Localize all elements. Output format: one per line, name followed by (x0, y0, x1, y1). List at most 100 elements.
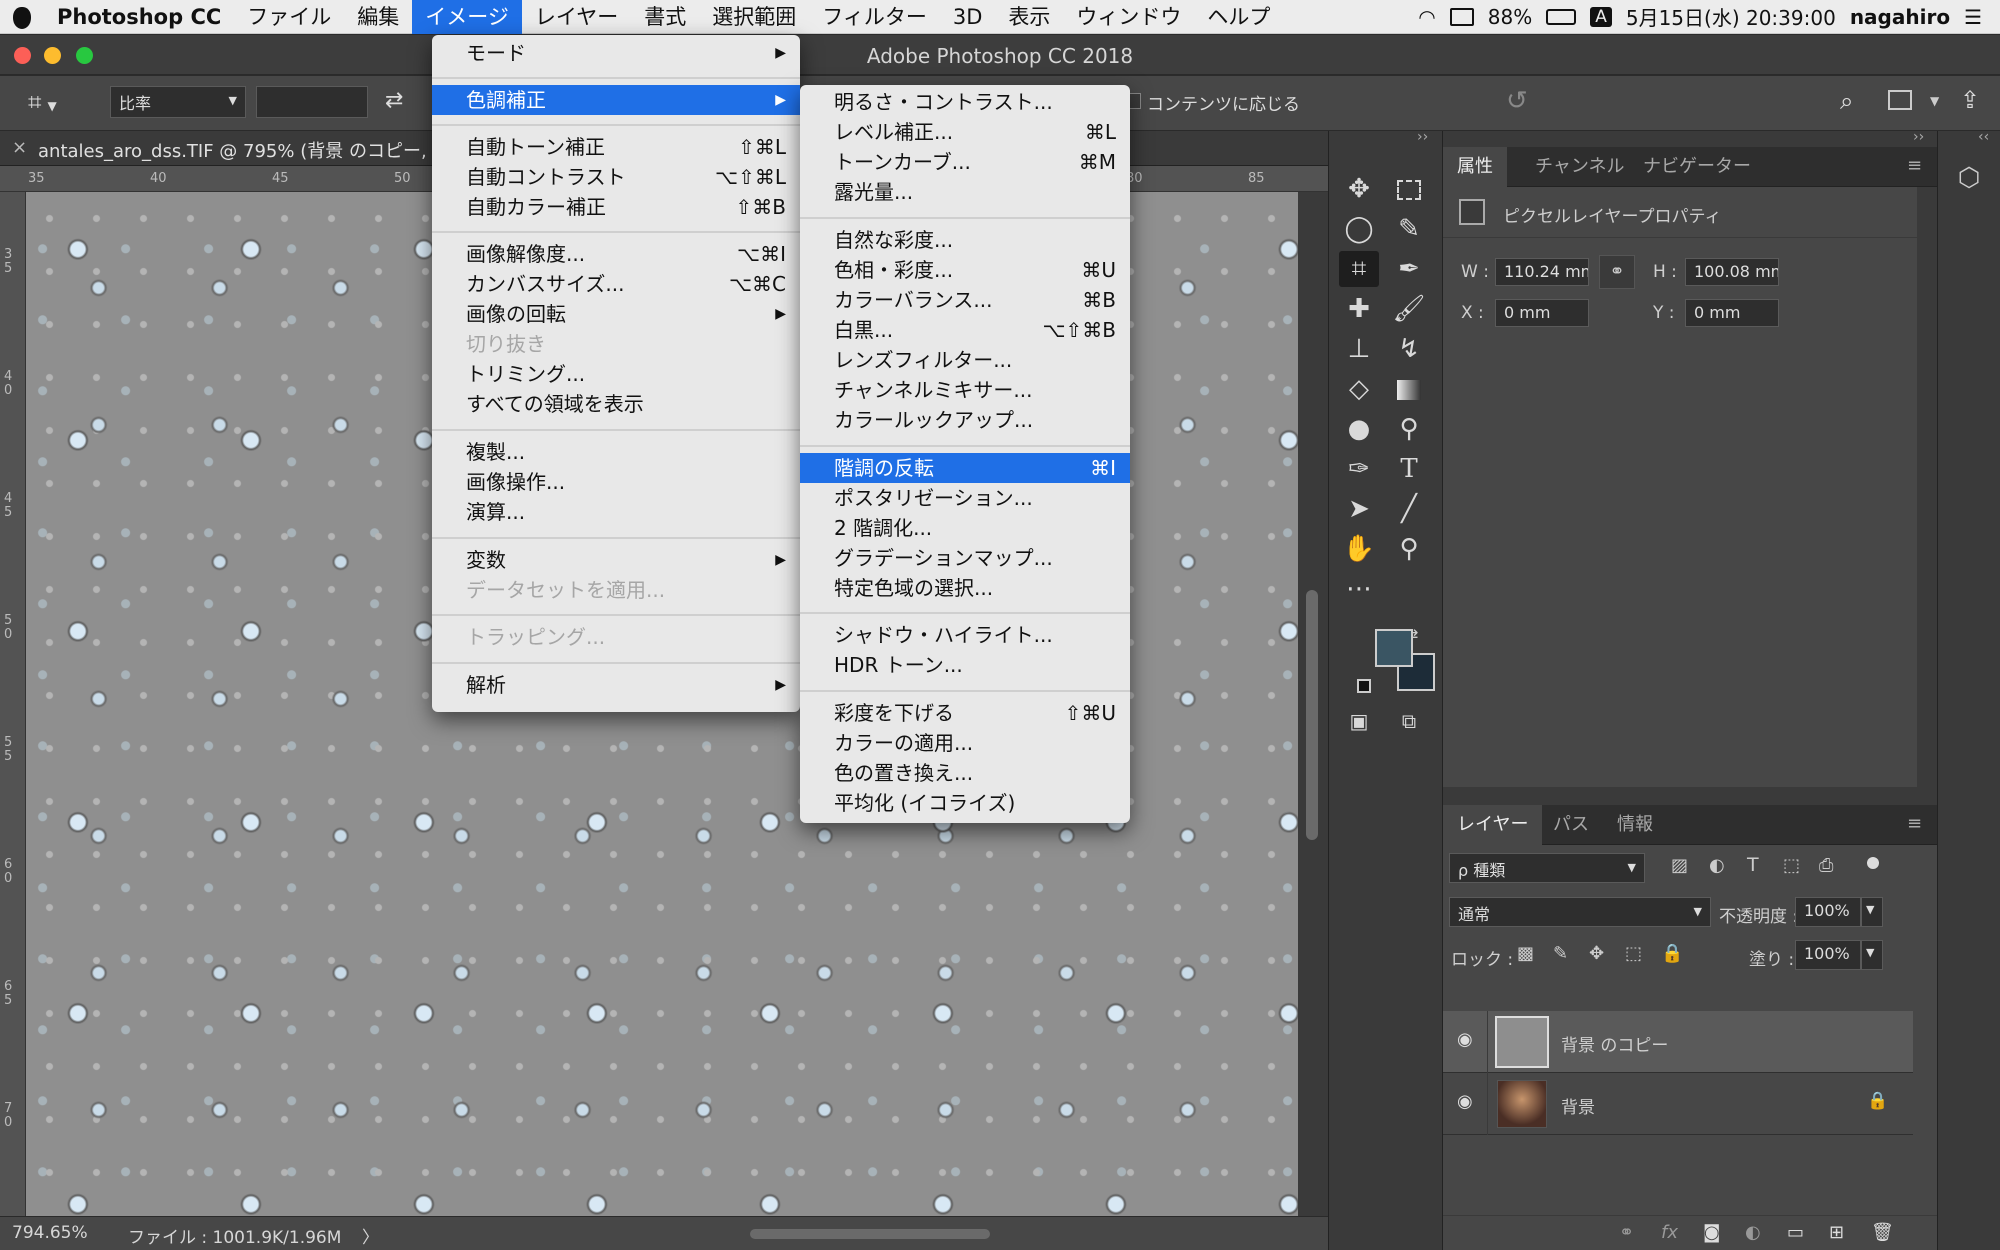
lock-transparent-icon[interactable]: ▩ (1517, 943, 1534, 964)
type-tool-icon[interactable]: T (1389, 451, 1429, 487)
menu-item-gradient-map[interactable]: グラデーションマップ... (800, 543, 1130, 573)
tab-navigator[interactable]: ナビゲーター (1629, 147, 1765, 187)
menu-item-hue-saturation[interactable]: 色相・彩度... ⌘U (800, 255, 1130, 285)
menu-item-mode[interactable]: モード ▶ (432, 38, 800, 68)
input-mode-indicator[interactable]: A (1590, 6, 1612, 27)
menu-item-duplicate[interactable]: 複製... (432, 437, 800, 467)
battery-icon[interactable] (1546, 8, 1577, 25)
path-select-tool-icon[interactable]: ➤ (1339, 491, 1379, 527)
user-name[interactable]: nagahiro (1850, 5, 1950, 29)
menu-image[interactable]: イメージ (412, 0, 522, 34)
share-icon[interactable]: ⇪ (1960, 86, 1980, 114)
filter-pixel-icon[interactable]: ▨ (1671, 855, 1688, 876)
hand-tool-icon[interactable]: ✋ (1339, 531, 1379, 567)
line-tool-icon[interactable]: ╱ (1389, 491, 1429, 527)
menu-item-exposure[interactable]: 露光量... (800, 177, 1130, 207)
layer-name[interactable]: 背景 (1561, 1093, 1595, 1118)
menu-view[interactable]: 表示 (995, 0, 1063, 34)
y-input[interactable]: 0 mm (1685, 299, 1779, 327)
scroll-thumb[interactable] (1306, 590, 1318, 840)
menu-item-brightness-contrast[interactable]: 明るさ・コントラスト... (800, 87, 1130, 117)
panel-menu-icon[interactable]: ≡ (1907, 155, 1922, 176)
apple-menu[interactable] (0, 0, 44, 34)
wifi-icon[interactable]: ◠ (1418, 5, 1435, 29)
more-tools-icon[interactable]: ⋯ (1339, 571, 1379, 607)
ratio-select[interactable]: 比率 ▼ (110, 86, 246, 118)
filter-shape-icon[interactable]: ⬚ (1783, 855, 1800, 876)
filter-type-icon[interactable]: T (1747, 854, 1759, 876)
menu-app[interactable]: Photoshop CC (44, 0, 234, 34)
width-input[interactable]: 110.24 mm (1495, 258, 1589, 286)
menu-item-canvas-size[interactable]: カンバスサイズ... ⌥⌘C (432, 269, 800, 299)
menu-item-match-color[interactable]: カラーの適用... (800, 728, 1130, 758)
tab-paths[interactable]: パス (1539, 805, 1603, 845)
layer-name[interactable]: 背景 のコピー (1561, 1031, 1668, 1056)
tab-info[interactable]: 情報 (1603, 805, 1667, 845)
menu-item-auto-tone[interactable]: 自動トーン補正 ⇧⌘L (432, 132, 800, 162)
screen-mode-icon[interactable]: ⧉ (1389, 703, 1429, 739)
menu-item-image-size[interactable]: 画像解像度... ⌥⌘I (432, 239, 800, 269)
zoom-level[interactable]: 794.65% (12, 1223, 88, 1243)
menu-item-reveal-all[interactable]: すべての領域を表示 (432, 389, 800, 419)
ruler-left[interactable]: 3 5 4 0 4 5 5 0 5 5 6 0 6 5 7 0 (0, 192, 26, 1216)
workspace-icon[interactable] (1888, 90, 1912, 110)
menu-item-calculations[interactable]: 演算... (432, 497, 800, 527)
fx-icon[interactable]: fx (1661, 1222, 1678, 1243)
properties-scrollbar[interactable] (1917, 187, 1937, 787)
menu-item-auto-contrast[interactable]: 自動コントラスト ⌥⇧⌘L (432, 162, 800, 192)
new-layer-icon[interactable]: ⊞ (1829, 1222, 1844, 1243)
brush-tool-icon[interactable]: 🖌 (1389, 291, 1429, 327)
layer-row[interactable]: ◉ 背景 のコピー (1443, 1011, 1913, 1073)
menu-item-posterize[interactable]: ポスタリゼーション... (800, 483, 1130, 513)
opacity-input[interactable]: 100% (1795, 897, 1861, 927)
eye-icon[interactable]: ◉ (1457, 1029, 1473, 1050)
menu-item-invert[interactable]: 階調の反転 ⌘I (800, 453, 1130, 483)
lock-all-icon[interactable]: 🔒 (1661, 943, 1683, 964)
menu-item-color-lookup[interactable]: カラールックアップ... (800, 405, 1130, 435)
blend-mode-select[interactable]: 通常 ▼ (1449, 897, 1711, 927)
menu-select[interactable]: 選択範囲 (699, 0, 809, 34)
layer-row[interactable]: ◉ 背景 🔒 (1443, 1073, 1913, 1135)
menu-item-shadows-highlights[interactable]: シャドウ・ハイライト... (800, 620, 1130, 650)
3d-panel-icon[interactable]: ⬡ (1952, 163, 1986, 197)
menu-item-trim[interactable]: トリミング... (432, 359, 800, 389)
history-brush-tool-icon[interactable]: ↯ (1389, 331, 1429, 367)
menu-type[interactable]: 書式 (631, 0, 699, 34)
panel-menu-icon[interactable]: ≡ (1907, 813, 1922, 834)
dodge-tool-icon[interactable]: ⚲ (1389, 411, 1429, 447)
menu-item-color-balance[interactable]: カラーバランス... ⌘B (800, 285, 1130, 315)
foreground-color-swatch[interactable] (1375, 629, 1413, 667)
marquee-tool-icon[interactable] (1389, 171, 1429, 207)
menu-filter[interactable]: フィルター (809, 0, 940, 34)
eye-icon[interactable]: ◉ (1457, 1091, 1473, 1112)
menu-item-channel-mixer[interactable]: チャンネルミキサー... (800, 375, 1130, 405)
gradient-tool-icon[interactable] (1389, 371, 1429, 407)
menu-item-adjustments[interactable]: 色調補正 ▶ (432, 85, 800, 115)
reset-icon[interactable]: ↺ (1506, 86, 1528, 116)
menu-window[interactable]: ウィンドウ (1063, 0, 1194, 34)
menu-item-hdr-toning[interactable]: HDR トーン... (800, 650, 1130, 680)
menu-item-desaturate[interactable]: 彩度を下げる ⇧⌘U (800, 698, 1130, 728)
fill-input[interactable]: 100% (1795, 940, 1861, 970)
menu-file[interactable]: ファイル (234, 0, 344, 34)
menu-item-vibrance[interactable]: 自然な彩度... (800, 225, 1130, 255)
clone-stamp-tool-icon[interactable]: ⊥ (1339, 331, 1379, 367)
fill-dropdown[interactable]: ▼ (1861, 940, 1883, 970)
pen-tool-icon[interactable]: ✑ (1339, 451, 1379, 487)
eraser-tool-icon[interactable]: ◇ (1339, 371, 1379, 407)
chevron-down-icon[interactable]: ▼ (1930, 94, 1939, 108)
quick-mask-icon[interactable]: ▣ (1339, 703, 1379, 739)
menu-item-apply-image[interactable]: 画像操作... (432, 467, 800, 497)
x-input[interactable]: 0 mm (1495, 299, 1589, 327)
default-colors-icon[interactable] (1357, 679, 1371, 693)
new-group-icon[interactable]: ▭ (1787, 1222, 1804, 1243)
swap-icon[interactable]: ⇄ (385, 88, 403, 113)
horizontal-scroll-thumb[interactable] (750, 1229, 990, 1239)
link-icon[interactable]: ⚭ (1599, 255, 1635, 289)
search-icon[interactable]: ⌕ (1840, 87, 1853, 115)
move-tool-icon[interactable]: ✥ (1339, 171, 1379, 207)
blur-tool-icon[interactable]: ● (1339, 411, 1379, 447)
trash-icon[interactable]: 🗑 (1871, 1222, 1894, 1243)
adjustment-layer-icon[interactable]: ◐ (1745, 1222, 1761, 1243)
filter-toggle-icon[interactable] (1867, 857, 1879, 869)
